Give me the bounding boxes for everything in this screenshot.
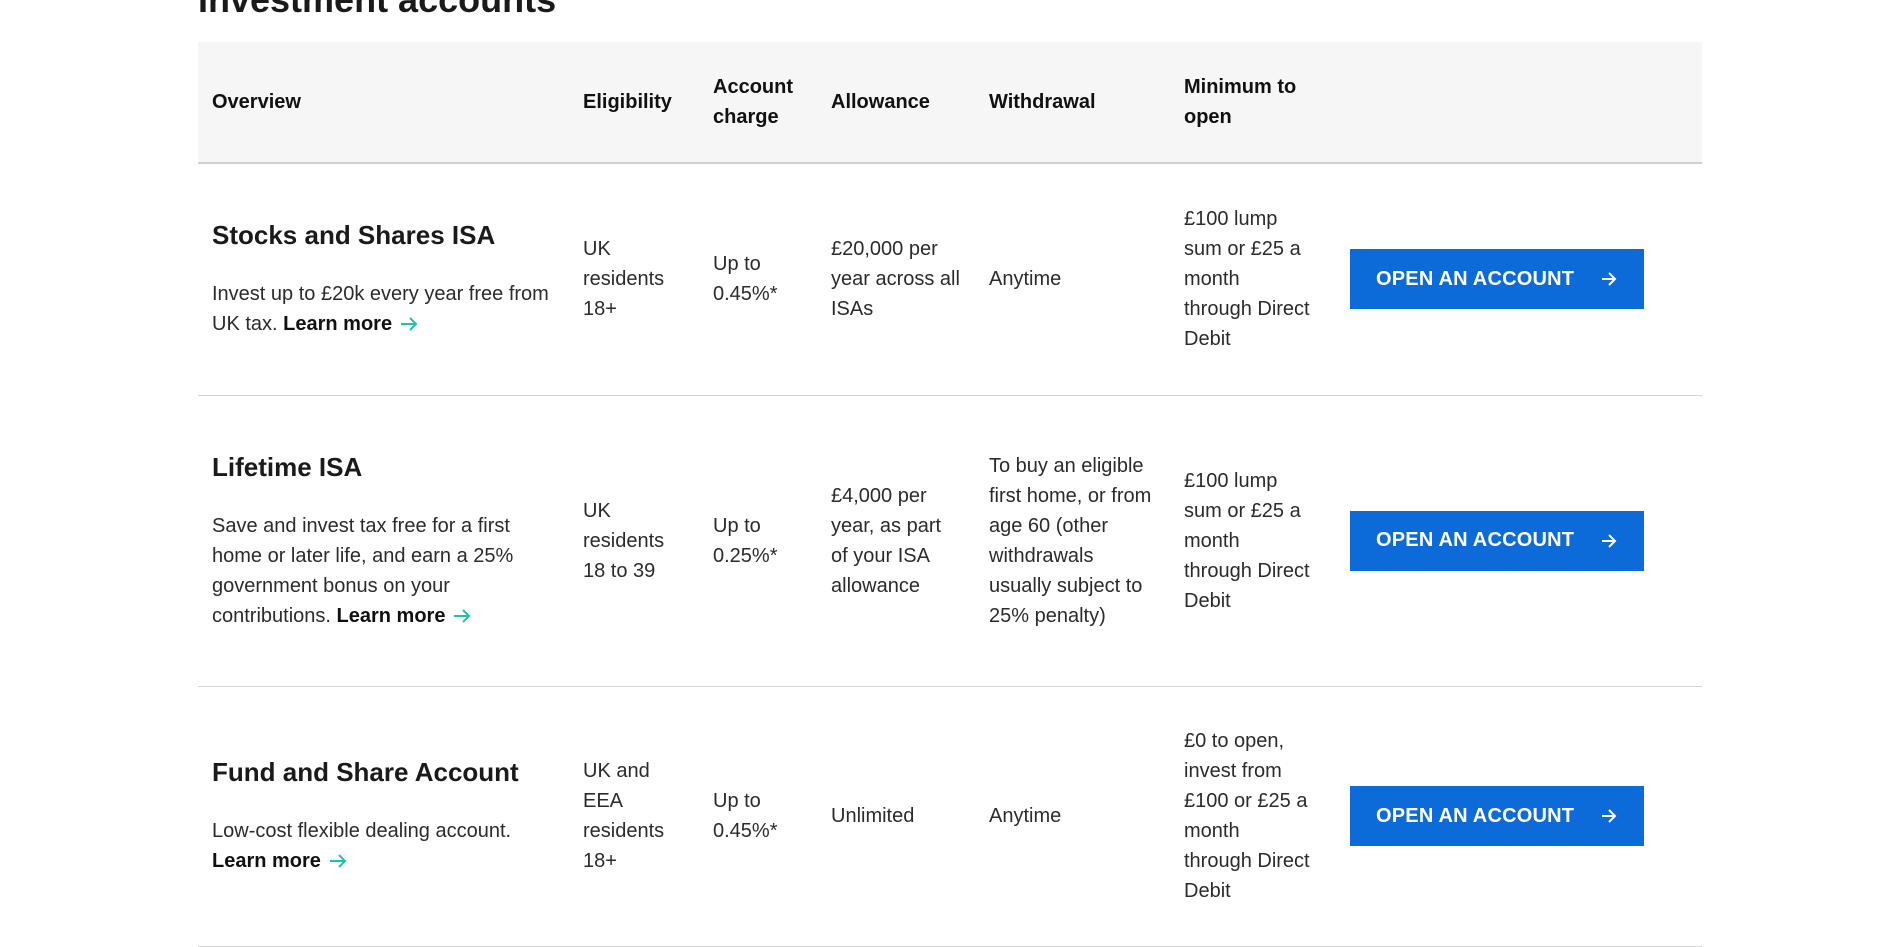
allowance-cell: £4,000 per year, as part of your ISA all…: [817, 395, 975, 687]
open-account-button[interactable]: OPEN AN ACCOUNT: [1350, 249, 1644, 310]
open-account-label: OPEN AN ACCOUNT: [1376, 529, 1575, 551]
open-account-label: OPEN AN ACCOUNT: [1376, 267, 1575, 290]
table-body: Stocks and Shares ISA Invest up to £20k …: [198, 163, 1702, 947]
table-row: Fund and Share Account Low-cost flexible…: [198, 686, 1702, 947]
minimum-to-open-cell: £100 lump sum or £25 a month through Dir…: [1170, 395, 1324, 687]
withdrawal-cell: Anytime: [975, 686, 1170, 947]
allowance-cell: Unlimited: [817, 686, 975, 947]
minimum-to-open-cell: £0 to open, invest from £100 or £25 a mo…: [1170, 686, 1324, 947]
open-account-label: OPEN AN ACCOUNT: [1376, 804, 1575, 827]
header-withdrawal: Withdrawal: [975, 42, 1170, 164]
arrow-right-icon: [329, 854, 347, 868]
overview-cell: Lifetime ISA Save and invest tax free fo…: [198, 395, 569, 687]
minimum-to-open-cell: £100 lump sum or £25 a month through Dir…: [1170, 163, 1324, 396]
header-minimum-to-open: Minimum to open: [1170, 42, 1324, 164]
arrow-right-icon: [1602, 272, 1617, 286]
allowance-cell: £20,000 per year across all ISAs: [817, 163, 975, 396]
eligibility-cell: UK and EEA residents 18+: [569, 686, 699, 947]
action-cell: OPEN AN ACCOUNT: [1324, 686, 1702, 947]
eligibility-cell: UK residents 18+: [569, 163, 699, 396]
account-charge-cell: Up to 0.45%*: [699, 163, 817, 396]
withdrawal-cell: Anytime: [975, 163, 1170, 396]
open-account-button[interactable]: OPEN AN ACCOUNT: [1350, 510, 1644, 571]
learn-more-label: Learn more: [336, 604, 446, 627]
product-title: Stocks and Shares ISA: [212, 220, 496, 251]
product-description-text: Low-cost flexible dealing account.: [212, 820, 512, 842]
product-description: Low-cost flexible dealing account. Learn…: [212, 816, 555, 876]
account-charge-cell: Up to 0.45%*: [699, 686, 817, 947]
header-allowance: Allowance: [817, 42, 975, 164]
arrow-right-icon: [1602, 533, 1617, 548]
action-cell: OPEN AN ACCOUNT: [1324, 395, 1702, 687]
learn-more-label: Learn more: [283, 313, 393, 336]
header-eligibility: Eligibility: [569, 42, 699, 164]
table-row: Stocks and Shares ISA Invest up to £20k …: [198, 163, 1702, 396]
arrow-right-icon: [1602, 809, 1617, 823]
arrow-right-icon: [401, 317, 418, 331]
learn-more-link[interactable]: Learn more: [212, 850, 347, 872]
learn-more-label: Learn more: [212, 850, 321, 872]
table-header-row: Overview Eligibility Account charge Allo…: [198, 42, 1702, 164]
investment-accounts-table: Overview Eligibility Account charge Allo…: [198, 42, 1702, 947]
accounts-table: Overview Eligibility Account charge Allo…: [198, 42, 1702, 947]
table-row: Lifetime ISA Save and invest tax free fo…: [198, 395, 1702, 687]
overview-cell: Stocks and Shares ISA Invest up to £20k …: [198, 163, 569, 396]
account-charge-cell: Up to 0.25%*: [699, 395, 817, 687]
product-description: Invest up to £20k every year free from U…: [212, 279, 555, 339]
page-heading: Investment accounts: [198, 0, 556, 22]
overview-cell: Fund and Share Account Low-cost flexible…: [198, 686, 569, 947]
product-title: Lifetime ISA: [212, 451, 363, 482]
product-description: Save and invest tax free for a first hom…: [212, 511, 555, 631]
learn-more-link[interactable]: Learn more: [283, 313, 418, 335]
arrow-right-icon: [454, 608, 471, 623]
eligibility-cell: UK residents 18 to 39: [569, 395, 699, 687]
header-account-charge: Account charge: [699, 42, 817, 164]
action-cell: OPEN AN ACCOUNT: [1324, 163, 1702, 396]
product-title: Fund and Share Account: [212, 757, 519, 787]
open-account-button[interactable]: OPEN AN ACCOUNT: [1350, 786, 1644, 846]
header-overview: Overview: [198, 42, 569, 164]
table-header: Overview Eligibility Account charge Allo…: [198, 42, 1702, 164]
header-action: [1324, 42, 1702, 164]
learn-more-link[interactable]: Learn more: [337, 605, 472, 627]
withdrawal-cell: To buy an eligible first home, or from a…: [975, 395, 1170, 687]
